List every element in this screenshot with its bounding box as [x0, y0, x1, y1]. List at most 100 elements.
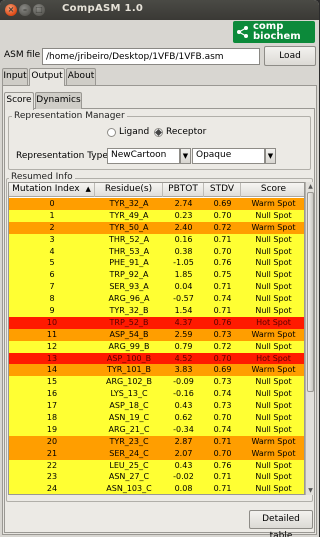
cell-pb: 4.37: [174, 317, 193, 327]
cell-pb: 1.85: [174, 270, 193, 280]
cell-score: Null Spot: [255, 306, 292, 316]
cell-sd: 0.70: [213, 210, 232, 220]
compbiochem-logo-icon: [237, 26, 248, 38]
table-row[interactable]: 19 ARG_21_C -0.34 0.74 Null Spot: [9, 423, 304, 436]
table-row[interactable]: 8 ARG_96_A -0.57 0.74 Null Spot: [9, 293, 304, 306]
cell-res: ASN_27_C: [108, 472, 150, 482]
cell-score: Warm Spot: [251, 199, 296, 208]
cell-pb: 0.16: [174, 234, 193, 244]
cell-score: Null Spot: [255, 210, 292, 220]
table-row[interactable]: 13 ASP_100_B 4.52 0.70 Hot Spot: [9, 352, 304, 365]
cell-idx: 5: [49, 258, 55, 268]
table-row[interactable]: 9 TYR_32_B 1.54 0.71 Null Spot: [9, 305, 304, 317]
load-button[interactable]: Load: [264, 46, 316, 66]
tab-dynamics[interactable]: Dynamics: [35, 92, 82, 109]
table-row[interactable]: 22 LEU_25_C 0.43 0.76 Null Spot: [9, 459, 304, 472]
header-mutation-index[interactable]: Mutation Index ▲: [9, 183, 95, 197]
table-row[interactable]: 17 ASP_18_C 0.43 0.73 Null Spot: [9, 400, 304, 413]
app-window: × – □ CompASM 1.0 comp biochem ASM file …: [0, 0, 319, 537]
table-row[interactable]: 16 LYS_13_C -0.16 0.74 Null Spot: [9, 388, 304, 401]
table-row[interactable]: 2 TYR_50_A 2.40 0.72 Warm Spot: [9, 221, 304, 234]
table-row[interactable]: 20 TYR_23_C 2.87 0.71 Warm Spot: [9, 435, 304, 448]
tab-about[interactable]: About: [66, 68, 96, 85]
minimize-button[interactable]: –: [19, 4, 31, 16]
chevron-down-icon[interactable]: ▼: [265, 148, 276, 164]
table-row[interactable]: 7 SER_93_A 0.04 0.71 Null Spot: [9, 281, 304, 294]
cell-res: ASP_100_B: [106, 353, 152, 363]
tab-output[interactable]: Output: [29, 68, 65, 86]
resumed-info-title: Resumed Info: [9, 172, 75, 182]
cell-idx: 23: [46, 472, 58, 482]
table-row[interactable]: 5 PHE_91_A -1.05 0.76 Null Spot: [9, 257, 304, 270]
cell-score: Hot Spot: [256, 317, 291, 327]
header-pbtot[interactable]: PBTOT: [163, 183, 204, 197]
header-residues[interactable]: Residue(s): [95, 183, 163, 197]
cell-res: ARG_99_B: [108, 341, 150, 351]
cell-sd: 0.70: [213, 246, 232, 256]
close-icon: ×: [7, 5, 15, 14]
cell-sd: 0.69: [213, 199, 232, 208]
header-score[interactable]: Score: [241, 183, 304, 197]
cell-sd: 0.70: [213, 413, 232, 423]
cell-pb: -0.02: [173, 472, 194, 482]
cell-pb: -0.34: [173, 424, 194, 434]
table-row[interactable]: 6 TRP_92_A 1.85 0.75 Null Spot: [9, 269, 304, 282]
cell-idx: 18: [46, 413, 58, 423]
table-row[interactable]: 23 ASN_27_C -0.02 0.71 Null Spot: [9, 471, 304, 484]
cell-idx: 19: [46, 424, 58, 434]
table-row[interactable]: 0 TYR_32_A 2.74 0.69 Warm Spot: [9, 198, 304, 210]
cell-res: ARG_102_B: [106, 377, 152, 387]
scrollbar-thumb[interactable]: [307, 192, 314, 392]
cell-res: TYR_32_A: [109, 199, 149, 208]
logo-text-line2: biochem: [253, 31, 301, 42]
maximize-button[interactable]: □: [33, 4, 45, 16]
cell-sd: 0.73: [213, 401, 232, 411]
cell-sd: 0.70: [213, 353, 232, 363]
table-row[interactable]: 12 ARG_99_B 0.79 0.72 Null Spot: [9, 340, 304, 353]
table-row[interactable]: 15 ARG_102_B -0.09 0.73 Null Spot: [9, 376, 304, 389]
opacity-select[interactable]: Opaque: [192, 148, 265, 164]
table-row[interactable]: 1 TYR_49_A 0.23 0.70 Null Spot: [9, 209, 304, 222]
logo-area: comp biochem: [0, 20, 319, 44]
cell-pb: -0.57: [173, 294, 194, 304]
cell-sd: 0.71: [213, 282, 232, 292]
cell-res: SER_93_A: [109, 282, 149, 292]
header-stdv[interactable]: STDV: [204, 183, 241, 197]
cell-res: TYR_50_A: [109, 222, 149, 232]
cell-res: TRP_92_A: [109, 270, 149, 280]
cell-pb: 0.43: [174, 460, 193, 470]
receptor-radio[interactable]: [154, 128, 163, 137]
scroll-up-icon[interactable]: ▲: [306, 182, 315, 191]
detailed-table-button[interactable]: Detailed table: [249, 510, 313, 537]
tab-input[interactable]: Input: [2, 68, 28, 85]
table-row[interactable]: 3 THR_52_A 0.16 0.71 Null Spot: [9, 233, 304, 246]
cell-score: Null Spot: [255, 413, 292, 423]
table-row[interactable]: 18 ASN_19_C 0.62 0.70 Null Spot: [9, 412, 304, 424]
tab-score[interactable]: Score: [4, 92, 34, 110]
table-body: 0 TYR_32_A 2.74 0.69 Warm Spot 1 TYR_49_A 0.23 0…: [9, 198, 304, 494]
cell-idx: 21: [46, 448, 58, 458]
cell-pb: 1.54: [174, 306, 193, 316]
cell-sd: 0.74: [213, 294, 232, 304]
table-scrollbar[interactable]: ▲ ▼: [305, 182, 314, 495]
table-row[interactable]: 11 ASP_54_B 2.59 0.73 Warm Spot: [9, 328, 304, 341]
title-bar: × – □ CompASM 1.0: [0, 0, 319, 20]
table-row[interactable]: 14 TYR_101_B 3.83 0.69 Warm Spot: [9, 364, 304, 377]
chevron-down-icon[interactable]: ▼: [180, 148, 191, 164]
close-button[interactable]: ×: [5, 4, 17, 16]
cell-idx: 3: [49, 234, 55, 244]
asm-file-input[interactable]: [42, 48, 260, 65]
table-row[interactable]: 24 ASN_103_C 0.08 0.71 Null Spot: [9, 483, 304, 494]
representation-type-select[interactable]: NewCartoon: [107, 148, 180, 164]
scroll-down-icon[interactable]: ▼: [306, 486, 315, 495]
table-row[interactable]: 4 THR_53_A 0.38 0.70 Null Spot: [9, 245, 304, 258]
table-row[interactable]: 21 SER_24_C 2.07 0.70 Warm Spot: [9, 447, 304, 460]
cell-sd: 0.72: [213, 222, 232, 232]
cell-score: Null Spot: [255, 294, 292, 304]
cell-score: Warm Spot: [251, 222, 296, 232]
table-row[interactable]: 10 TRP_52_B 4.37 0.76 Hot Spot: [9, 316, 304, 329]
table-header: Mutation Index ▲ Residue(s) PBTOT STDV S…: [9, 183, 304, 197]
cell-idx: 14: [46, 365, 58, 375]
ligand-radio[interactable]: [107, 128, 116, 137]
cell-pb: 0.08: [174, 484, 193, 494]
